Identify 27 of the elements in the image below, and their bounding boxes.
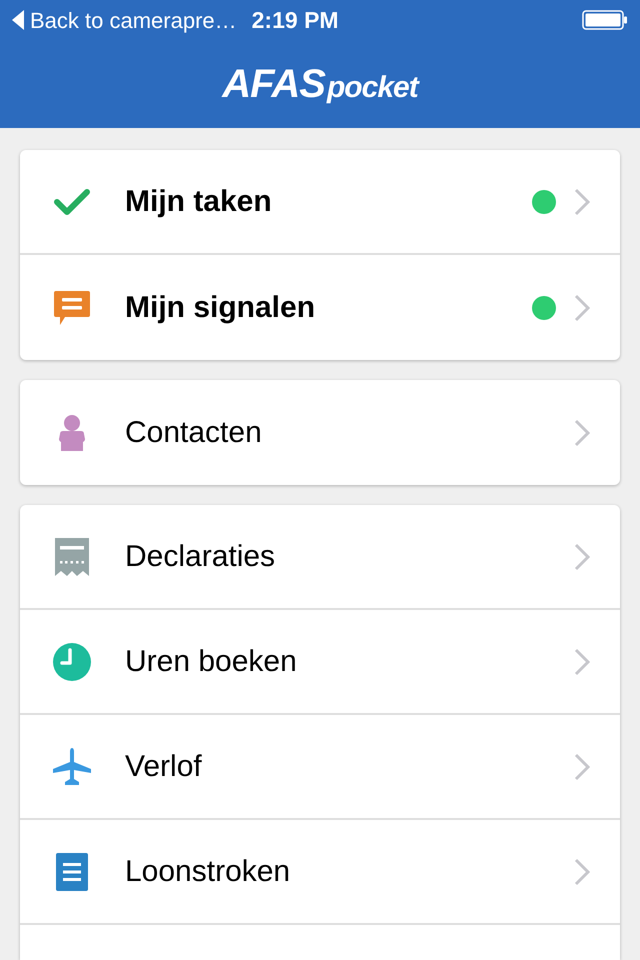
logo-product-name: pocket xyxy=(326,73,418,103)
chevron-right-icon xyxy=(574,752,590,780)
chevron-right-icon xyxy=(574,648,590,676)
menu-item[interactable]: Uren boeken xyxy=(20,610,620,715)
menu-item[interactable]: Mijn taken xyxy=(20,150,620,255)
chevron-right-icon xyxy=(574,542,590,570)
chat-bubble-icon xyxy=(53,290,91,324)
chevron-right-icon xyxy=(574,858,590,886)
chevron-right-icon xyxy=(574,418,590,446)
back-link[interactable]: Back to camerapre… xyxy=(30,4,237,36)
logo-wordmark: AFAS xyxy=(222,64,325,104)
menu-item[interactable]: Declaraties xyxy=(20,505,620,610)
document-icon xyxy=(56,852,88,890)
back-triangle-icon[interactable] xyxy=(12,10,24,30)
person-icon xyxy=(57,414,87,450)
battery-icon xyxy=(582,10,628,30)
menu-item[interactable]: Verlof xyxy=(20,715,620,820)
clock-icon xyxy=(53,642,91,680)
airplane-icon xyxy=(53,748,91,786)
menu-item[interactable]: Loonstroken xyxy=(20,820,620,925)
menu-item[interactable]: Mijn signalen xyxy=(20,255,620,360)
receipt-icon xyxy=(55,538,89,576)
chevron-right-icon xyxy=(574,294,590,322)
chevron-right-icon xyxy=(574,188,590,216)
menu-item[interactable]: Contacten xyxy=(20,380,620,485)
status-time: 2:19 PM xyxy=(252,6,339,35)
checkmark-icon xyxy=(53,186,91,216)
